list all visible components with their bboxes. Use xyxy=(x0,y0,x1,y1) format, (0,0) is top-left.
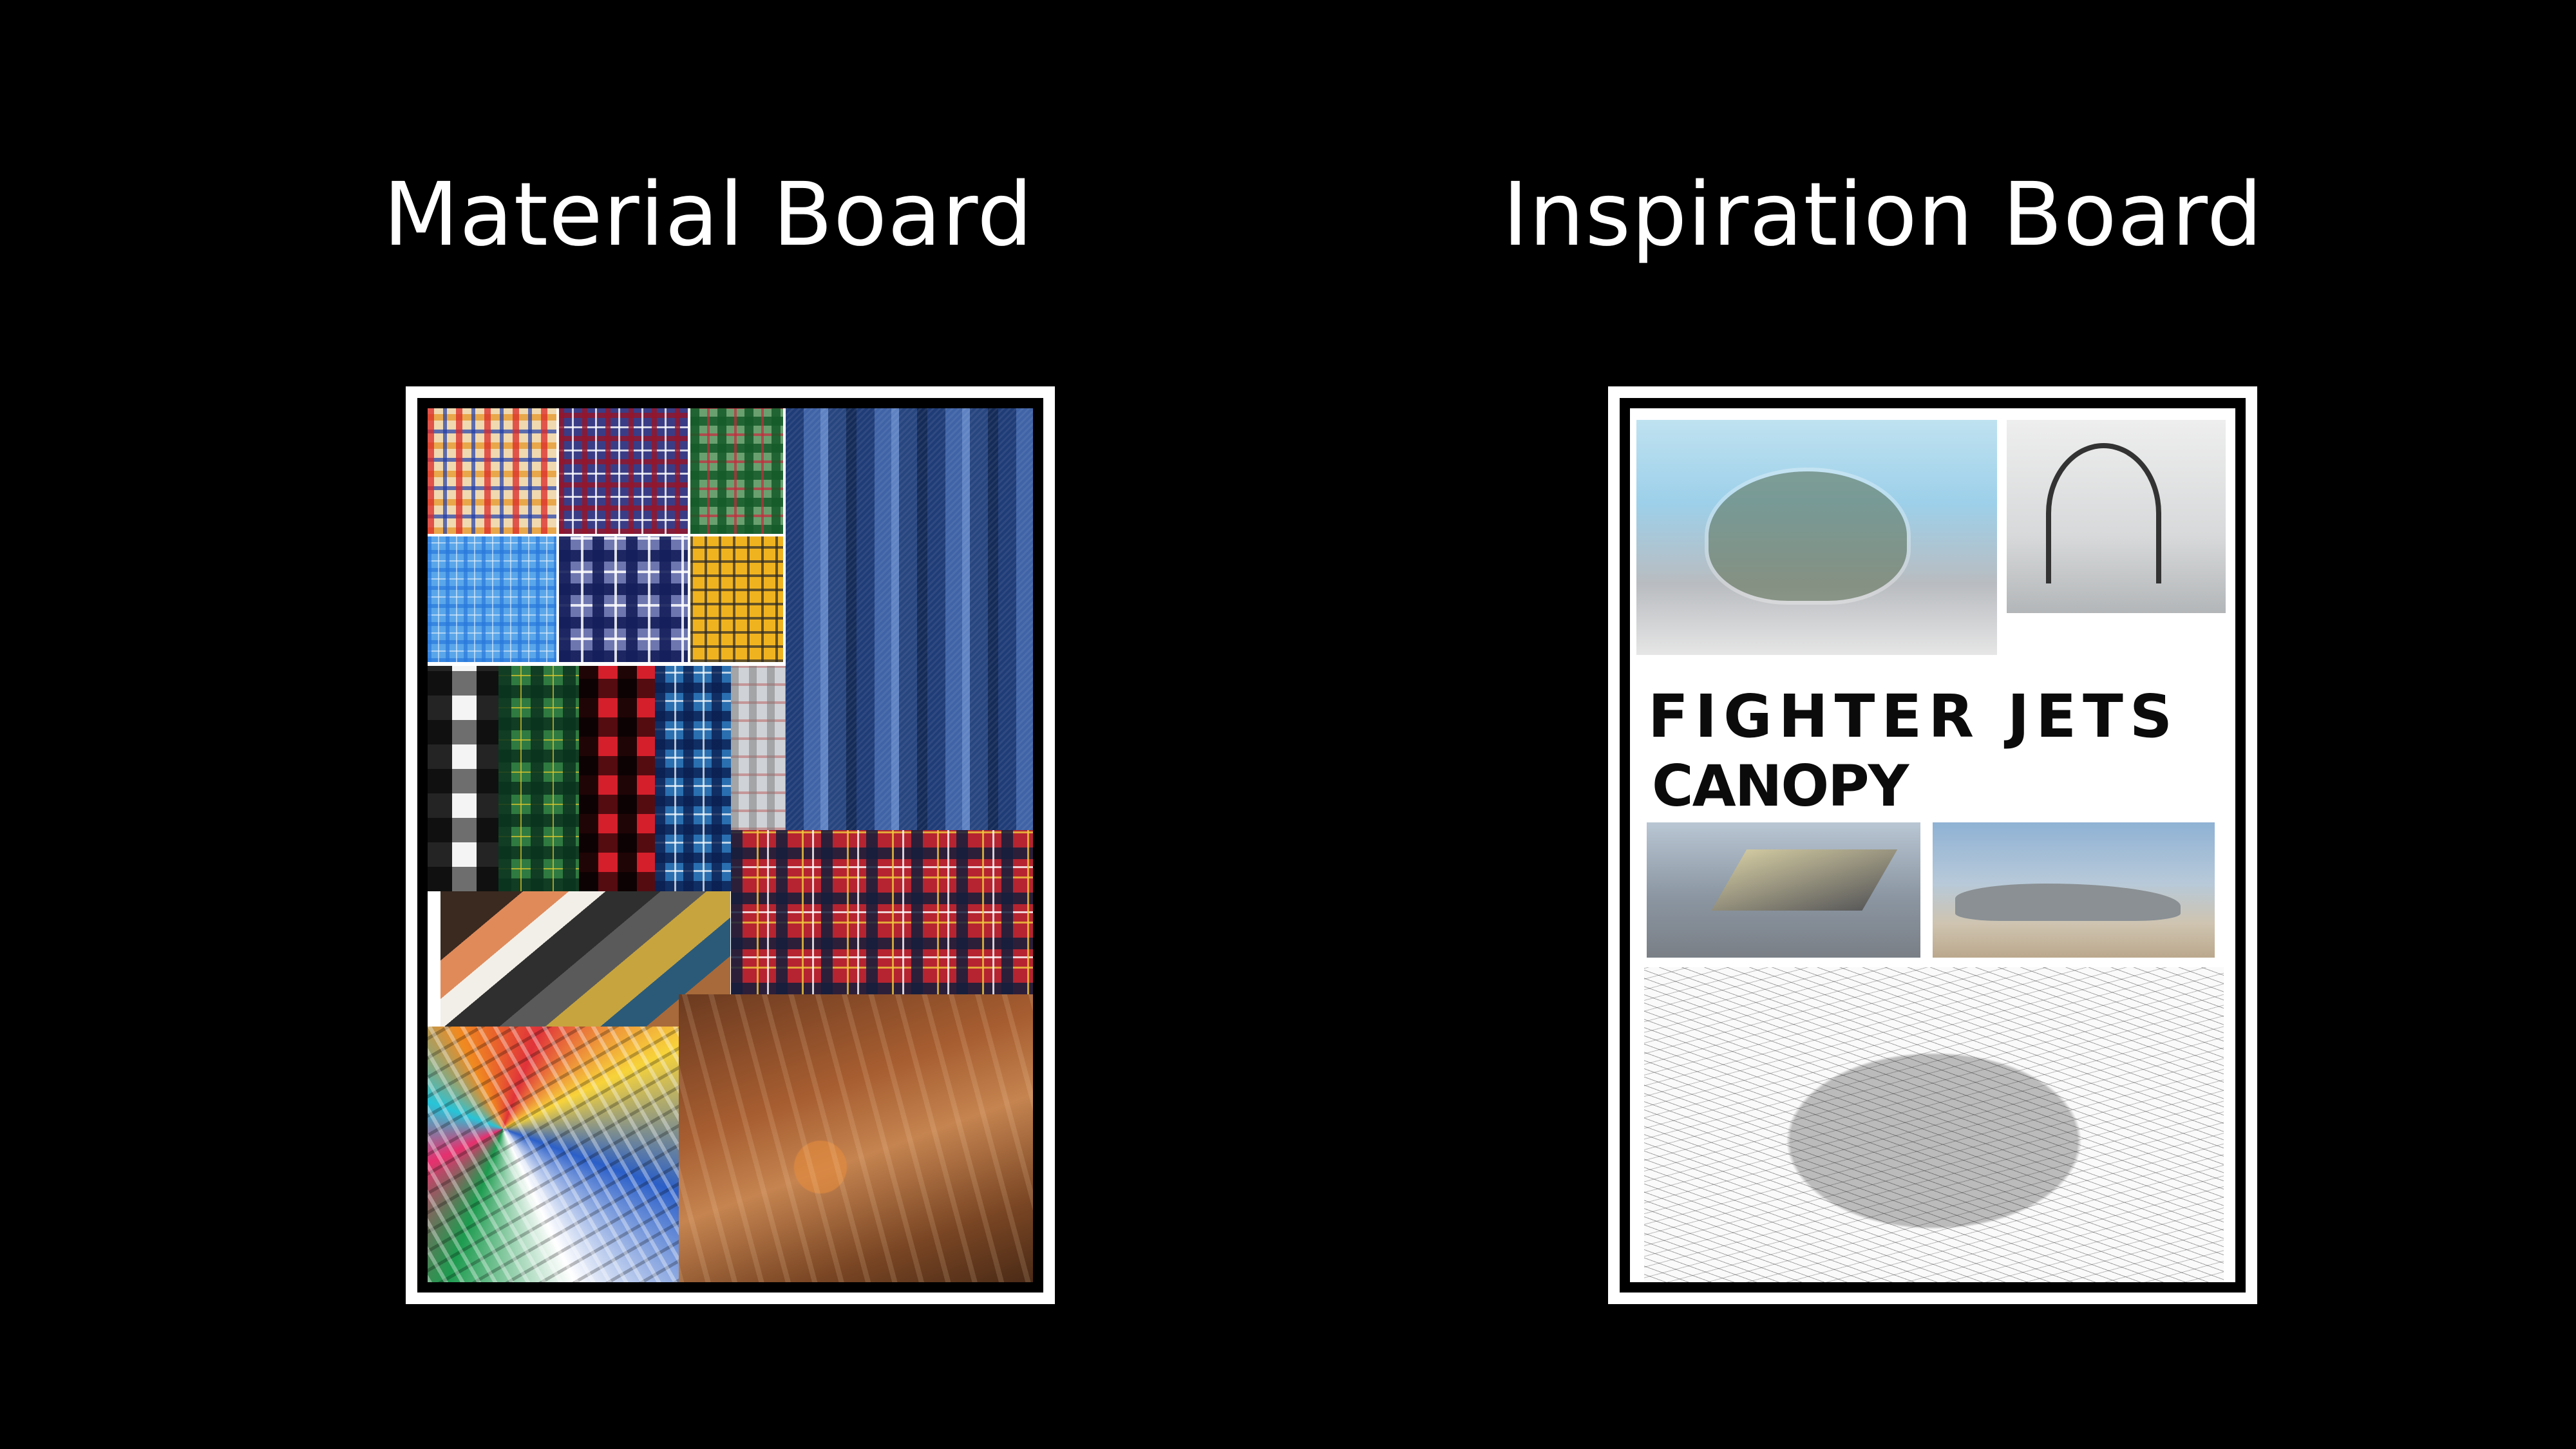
open-canopy-hangar-photo xyxy=(2007,420,2226,613)
red-check-swatch xyxy=(579,666,655,891)
blue-tartan-swatch xyxy=(655,666,731,891)
denim-swatch xyxy=(786,408,1033,830)
inspiration-board-title: Inspiration Board xyxy=(1502,164,2263,266)
leather-tools-photo xyxy=(679,994,1033,1282)
canopy-open-photo xyxy=(1647,822,1920,958)
cockpit-pilot-photo xyxy=(1636,420,1997,655)
pilot-beside-jet-photo xyxy=(1933,822,2215,958)
board-subheadline: CANOPY xyxy=(1652,753,1909,819)
green-tartan-swatch xyxy=(498,666,579,891)
plaid-swatch-purple xyxy=(559,408,688,534)
material-collage xyxy=(428,408,1033,1282)
plaid-swatch-orange xyxy=(428,408,556,534)
material-board-title: Material Board xyxy=(383,164,1034,266)
grey-plaid-swatch xyxy=(731,666,786,830)
plaid-swatch-navy xyxy=(559,536,688,662)
buffalo-check-swatch xyxy=(428,666,498,891)
plaid-swatch-light-blue xyxy=(428,536,556,662)
patchwork-quilt-photo xyxy=(428,1027,679,1282)
stewart-tartan-swatch xyxy=(731,830,1033,994)
board-headline: FIGHTER JETS xyxy=(1648,682,2179,751)
plaid-swatch-yellow xyxy=(690,536,783,662)
inspiration-collage: FIGHTER JETS CANOPY xyxy=(1630,408,2235,1282)
jet-cutaway-diagram xyxy=(1644,967,2224,1282)
material-board-frame xyxy=(406,386,1055,1304)
plaid-swatch-green xyxy=(690,408,783,534)
inspiration-board-frame: FIGHTER JETS CANOPY xyxy=(1608,386,2257,1304)
